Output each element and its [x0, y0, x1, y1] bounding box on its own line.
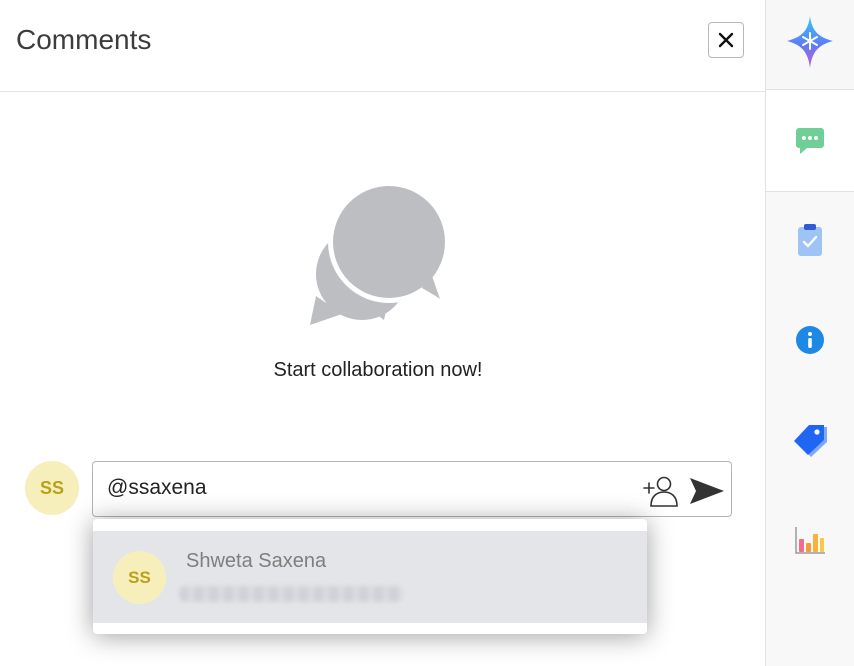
add-user-button[interactable] [643, 474, 679, 513]
close-button[interactable] [708, 22, 744, 58]
mention-user-email-redacted [179, 586, 403, 602]
page-title: Comments [16, 24, 152, 55]
comments-icon [796, 128, 824, 154]
send-button[interactable] [689, 477, 725, 510]
comments-panel: Comments Start collaboration now! SS @ss… [0, 0, 765, 666]
clipboard-check-icon [798, 224, 822, 256]
info-icon [796, 326, 824, 354]
send-icon [690, 478, 724, 504]
comment-input[interactable]: @ssaxena [92, 461, 732, 517]
avatar: SS [113, 551, 166, 604]
chat-bubbles-icon [310, 184, 450, 325]
empty-state-message: Start collaboration now! [273, 359, 483, 381]
avatar: SS [25, 461, 79, 515]
panel-header: Comments [0, 0, 765, 92]
tag-icon [794, 425, 827, 457]
rail-item-tasks[interactable] [766, 210, 854, 270]
right-rail [765, 0, 854, 666]
rail-item-info[interactable] [766, 310, 854, 370]
mention-user-name: Shweta Saxena [186, 550, 327, 572]
rail-item-comments[interactable] [766, 90, 854, 192]
bar-chart-icon [795, 527, 825, 554]
comment-input-value[interactable]: @ssaxena [107, 476, 207, 500]
mention-option[interactable]: SS Shweta Saxena [93, 531, 647, 623]
ai-sparkle-icon [787, 16, 833, 68]
mention-dropdown: SS Shweta Saxena [93, 519, 647, 634]
rail-item-ai[interactable] [766, 0, 854, 90]
rail-item-tags[interactable] [766, 410, 854, 470]
add-user-icon [643, 476, 678, 507]
rail-item-analytics[interactable] [766, 510, 854, 570]
close-icon [718, 32, 734, 48]
